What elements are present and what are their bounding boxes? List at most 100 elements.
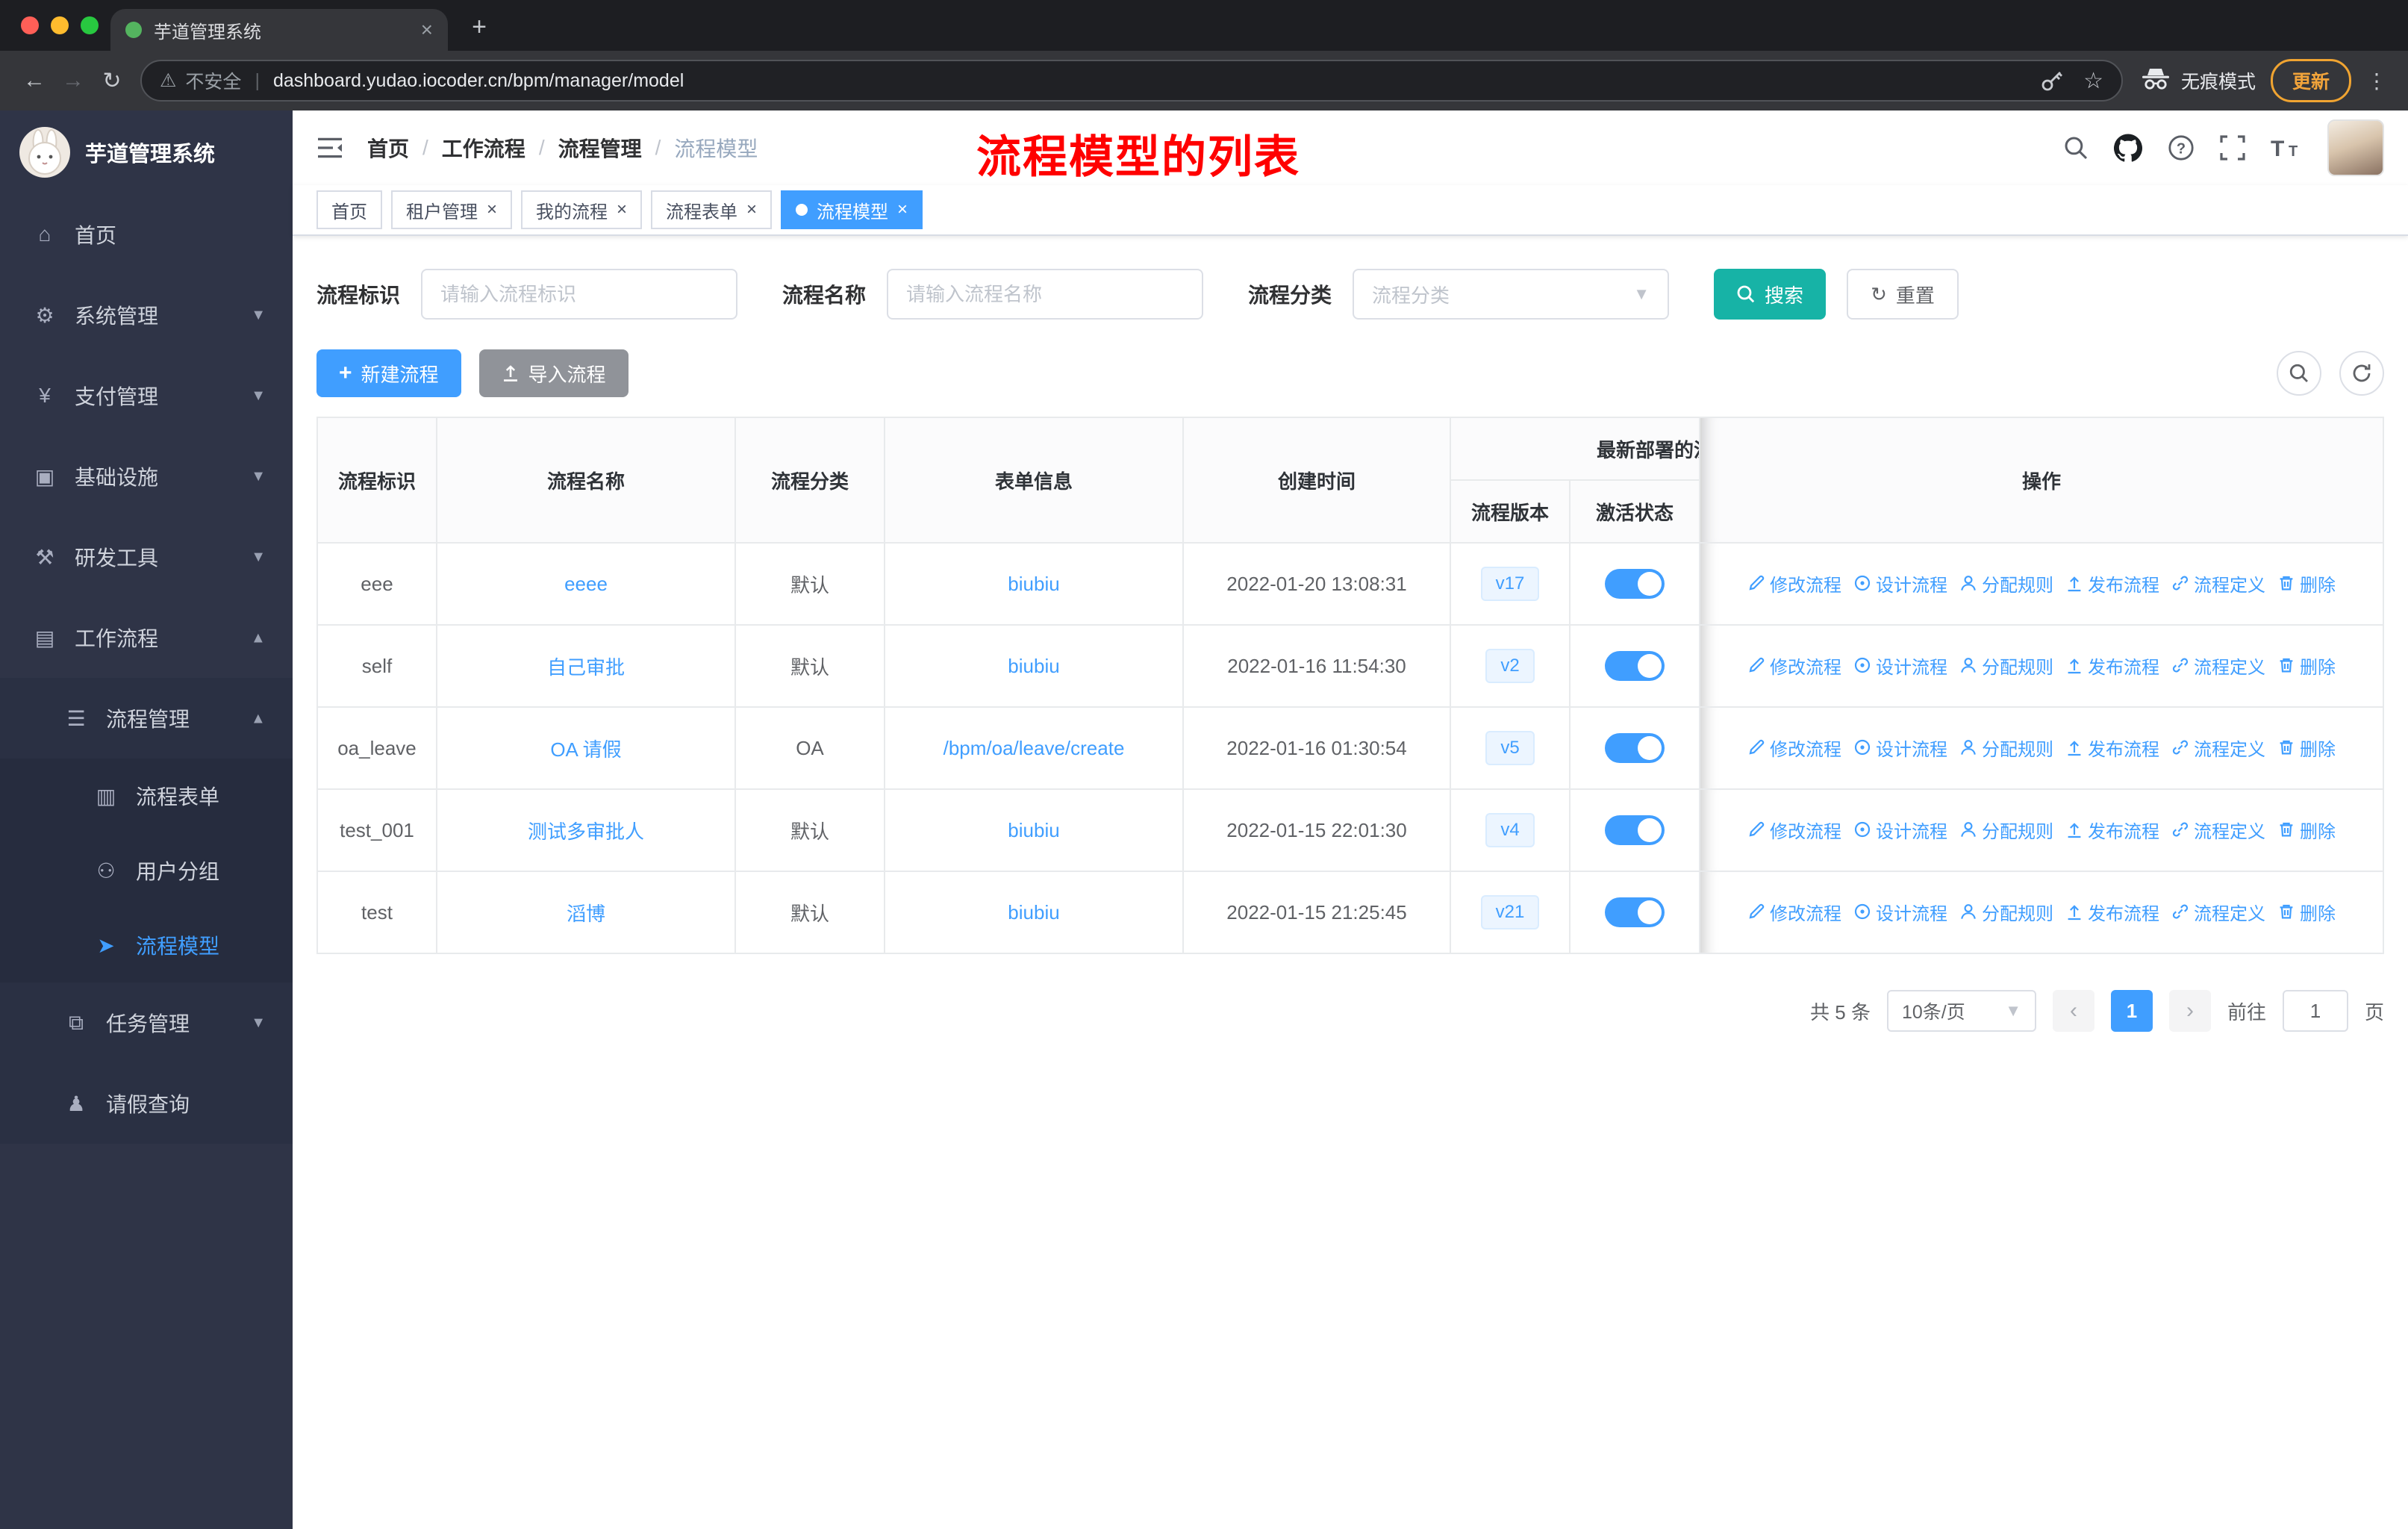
publish-action-link[interactable]: 发布流程 [2065, 817, 2159, 843]
password-key-icon[interactable] [2040, 69, 2064, 93]
active-toggle[interactable] [1605, 897, 1665, 927]
active-toggle[interactable] [1605, 651, 1665, 681]
tab-租户管理[interactable]: 租户管理 × [391, 190, 513, 229]
sidebar-item-任务管理[interactable]: ⧉ 任务管理 ▼ [0, 983, 293, 1063]
design-action-link[interactable]: 设计流程 [1853, 570, 1947, 597]
reset-button[interactable]: ↻ 重置 [1847, 269, 1959, 320]
goto-page-input[interactable] [2282, 990, 2348, 1032]
design-action-link[interactable]: 设计流程 [1853, 899, 1947, 925]
browser-tab[interactable]: 芋道管理系统 × [110, 9, 448, 51]
browser-update-button[interactable]: 更新 [2270, 59, 2351, 102]
sidebar-item-流程管理[interactable]: ☰ 流程管理 ▼ [0, 678, 293, 759]
definition-action-link[interactable]: 流程定义 [2171, 570, 2265, 597]
sidebar-item-系统管理[interactable]: ⚙ 系统管理 ▼ [0, 275, 293, 355]
process-key-input[interactable] [421, 269, 738, 320]
form-info-link[interactable]: /bpm/oa/leave/create [943, 737, 1125, 759]
edit-action-link[interactable]: 修改流程 [1747, 653, 1841, 679]
next-page-button[interactable]: › [2168, 990, 2211, 1032]
page-size-select[interactable]: 10条/页 ▼ [1886, 990, 2036, 1032]
breadcrumb-item[interactable]: 流程管理 [558, 133, 642, 163]
active-toggle[interactable] [1605, 733, 1665, 763]
forward-button[interactable]: → [54, 61, 93, 100]
definition-action-link[interactable]: 流程定义 [2171, 899, 2265, 925]
delete-action-link[interactable]: 删除 [2277, 735, 2336, 761]
process-name-link[interactable]: 测试多审批人 [528, 820, 644, 843]
category-select[interactable]: 流程分类 ▼ [1353, 269, 1670, 320]
toggle-search-button[interactable] [2277, 351, 2321, 396]
process-name-link[interactable]: eeee [564, 573, 608, 595]
user-avatar[interactable] [2327, 119, 2384, 176]
tab-我的流程[interactable]: 我的流程 × [521, 190, 643, 229]
assign-action-link[interactable]: 分配规则 [1959, 570, 2053, 597]
create-process-button[interactable]: + 新建流程 [316, 349, 461, 397]
sidebar-item-工作流程[interactable]: ▤ 工作流程 ▼ [0, 597, 293, 678]
edit-action-link[interactable]: 修改流程 [1747, 899, 1841, 925]
assign-action-link[interactable]: 分配规则 [1959, 817, 2053, 843]
publish-action-link[interactable]: 发布流程 [2065, 653, 2159, 679]
close-icon[interactable]: × [746, 201, 757, 219]
page-number-current[interactable]: 1 [2110, 990, 2153, 1032]
bookmark-star-icon[interactable]: ☆ [2083, 68, 2103, 94]
tab-流程模型[interactable]: 流程模型 × [781, 190, 923, 229]
process-name-link[interactable]: 滔博 [567, 903, 605, 925]
assign-action-link[interactable]: 分配规则 [1959, 735, 2053, 761]
back-button[interactable]: ← [15, 61, 54, 100]
delete-action-link[interactable]: 删除 [2277, 817, 2336, 843]
breadcrumb-item[interactable]: 首页 [367, 133, 409, 163]
window-zoom-button[interactable] [81, 16, 99, 34]
import-process-button[interactable]: 导入流程 [478, 349, 628, 397]
publish-action-link[interactable]: 发布流程 [2065, 570, 2159, 597]
close-icon[interactable]: × [487, 201, 497, 219]
active-toggle[interactable] [1605, 569, 1665, 599]
tab-close-icon[interactable]: × [421, 18, 433, 42]
fullscreen-icon[interactable] [2220, 135, 2245, 161]
help-icon[interactable]: ? [2168, 134, 2195, 161]
refresh-table-button[interactable] [2339, 351, 2384, 396]
address-bar[interactable]: ⚠ 不安全 | dashboard.yudao.iocoder.cn/bpm/m… [140, 60, 2123, 102]
sidebar-item-支付管理[interactable]: ¥ 支付管理 ▼ [0, 355, 293, 436]
sidebar-item-用户分组[interactable]: ⚇ 用户分组 [0, 833, 293, 908]
browser-menu-icon[interactable]: ⋮ [2366, 69, 2387, 93]
sidebar-item-流程模型[interactable]: ➤ 流程模型 [0, 908, 293, 983]
form-info-link[interactable]: biubiu [1008, 819, 1059, 841]
sidebar-item-请假查询[interactable]: ♟ 请假查询 [0, 1063, 293, 1144]
sidebar-item-研发工具[interactable]: ⚒ 研发工具 ▼ [0, 517, 293, 597]
process-name-link[interactable]: 自己审批 [547, 656, 625, 679]
publish-action-link[interactable]: 发布流程 [2065, 899, 2159, 925]
window-minimize-button[interactable] [51, 16, 69, 34]
delete-action-link[interactable]: 删除 [2277, 570, 2336, 597]
definition-action-link[interactable]: 流程定义 [2171, 735, 2265, 761]
tab-首页[interactable]: 首页 [316, 190, 382, 229]
edit-action-link[interactable]: 修改流程 [1747, 817, 1841, 843]
prev-page-button[interactable]: ‹ [2052, 990, 2094, 1032]
search-icon[interactable] [2063, 135, 2089, 161]
form-info-link[interactable]: biubiu [1008, 655, 1059, 677]
publish-action-link[interactable]: 发布流程 [2065, 735, 2159, 761]
sidebar-item-流程表单[interactable]: ▥ 流程表单 [0, 759, 293, 833]
sidebar-item-基础设施[interactable]: ▣ 基础设施 ▼ [0, 436, 293, 517]
delete-action-link[interactable]: 删除 [2277, 653, 2336, 679]
breadcrumb-item[interactable]: 流程模型 [674, 133, 758, 163]
search-button[interactable]: 搜索 [1714, 269, 1827, 320]
form-info-link[interactable]: biubiu [1008, 901, 1059, 924]
design-action-link[interactable]: 设计流程 [1853, 653, 1947, 679]
reload-button[interactable]: ↻ [93, 61, 131, 100]
delete-action-link[interactable]: 删除 [2277, 899, 2336, 925]
github-icon[interactable] [2114, 134, 2142, 162]
process-name-input[interactable] [887, 269, 1204, 320]
close-icon[interactable]: × [617, 201, 627, 219]
definition-action-link[interactable]: 流程定义 [2171, 653, 2265, 679]
process-name-link[interactable]: OA 请假 [550, 738, 621, 761]
breadcrumb-item[interactable]: 工作流程 [442, 133, 525, 163]
edit-action-link[interactable]: 修改流程 [1747, 570, 1841, 597]
active-toggle[interactable] [1605, 815, 1665, 845]
assign-action-link[interactable]: 分配规则 [1959, 653, 2053, 679]
design-action-link[interactable]: 设计流程 [1853, 735, 1947, 761]
form-info-link[interactable]: biubiu [1008, 573, 1059, 595]
collapse-sidebar-icon[interactable] [316, 136, 343, 160]
close-icon[interactable]: × [897, 201, 908, 219]
font-size-icon[interactable]: TT [2271, 135, 2302, 161]
design-action-link[interactable]: 设计流程 [1853, 817, 1947, 843]
definition-action-link[interactable]: 流程定义 [2171, 817, 2265, 843]
sidebar-item-首页[interactable]: ⌂ 首页 [0, 194, 293, 275]
